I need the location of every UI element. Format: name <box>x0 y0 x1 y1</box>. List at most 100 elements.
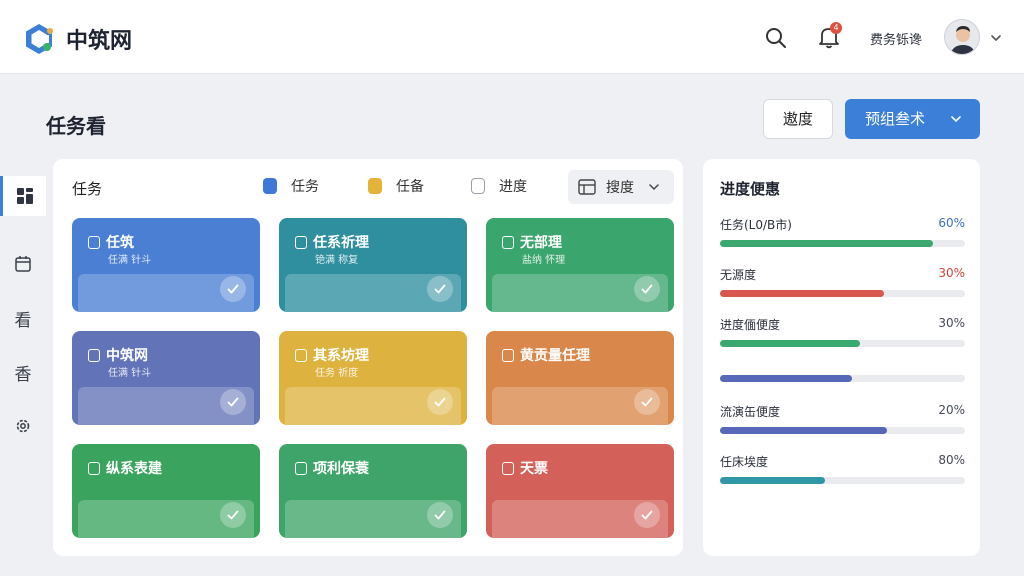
legend-item-task[interactable]: 任务 <box>263 176 319 196</box>
check-icon[interactable] <box>220 502 246 528</box>
page-title: 任务看 <box>46 114 106 138</box>
board-title: 任务 <box>72 180 103 198</box>
card-title: 项利保蓑 <box>313 461 369 477</box>
progress-value: 30% <box>938 266 965 280</box>
check-icon[interactable] <box>634 389 660 415</box>
card-title: 任筑 <box>106 235 134 251</box>
task-card[interactable]: 任系祈理 铯满 称复 <box>279 218 467 312</box>
card-checkbox-icon <box>295 235 307 249</box>
card-checkbox-icon <box>88 235 100 249</box>
legend-item-progress[interactable]: 进度 <box>471 176 527 196</box>
check-icon[interactable] <box>427 389 453 415</box>
top-bar: 中筑网 4 费务铄谗 <box>0 0 1024 74</box>
card-title: 纵系表建 <box>106 461 162 477</box>
progress-fill <box>720 340 860 347</box>
task-card[interactable]: 其系坊理 任务 祈度 <box>279 331 467 425</box>
progress-track <box>720 240 965 247</box>
progress-label: 进度偭便度 <box>720 318 781 332</box>
progress-track <box>720 290 965 297</box>
progress-fill <box>720 427 887 434</box>
progress-label: 任床埃度 <box>720 455 769 469</box>
progress-title: 进度便惠 <box>720 180 781 198</box>
card-checkbox-icon <box>295 348 307 362</box>
legend-swatch <box>471 178 485 194</box>
legend-swatch <box>368 178 382 194</box>
rail-item-calendar[interactable] <box>0 244 46 284</box>
legend-label: 进度 <box>499 179 527 195</box>
progress-track <box>720 477 965 484</box>
board-icon <box>578 179 596 195</box>
rail-item-browse[interactable]: 香 <box>0 352 46 392</box>
primary-action-label: 预组叁术 <box>865 110 926 128</box>
progress-value: 20% <box>938 403 965 417</box>
legend-label: 任备 <box>396 179 424 195</box>
check-icon[interactable] <box>220 389 246 415</box>
chevron-down-icon <box>649 184 659 191</box>
primary-action-button[interactable]: 预组叁术 <box>845 99 980 139</box>
task-board: 任务 任务 任备 进度 搜度 任筑 任满 针斗 任系祈理 铯满 称复 无部理 盐… <box>53 159 683 556</box>
progress-panel: 进度便惠 任务(L0/B市) 60% 无源度 30% 进度偭便度 30% 流演缶… <box>703 159 980 556</box>
dashboard-icon <box>16 188 33 204</box>
card-subtitle: 任务 祈度 <box>315 368 359 379</box>
card-title: 任系祈理 <box>313 235 369 251</box>
chevron-down-icon[interactable] <box>989 31 1003 45</box>
card-title: 天票 <box>520 461 548 477</box>
card-checkbox-icon <box>295 461 307 475</box>
progress-label: 流演缶便度 <box>720 405 781 419</box>
card-subtitle: 铯满 称复 <box>315 255 359 266</box>
view-select-value: 搜度 <box>606 180 634 196</box>
rail-item-view[interactable]: 看 <box>0 298 46 338</box>
gear-icon <box>16 419 30 433</box>
card-title: 中筑网 <box>106 348 148 364</box>
task-card[interactable]: 项利保蓑 <box>279 444 467 538</box>
card-title: 无部理 <box>520 235 562 251</box>
task-card[interactable]: 中筑网 任满 针斗 <box>72 331 260 425</box>
calendar-icon <box>15 256 31 272</box>
card-checkbox-icon <box>88 348 100 362</box>
user-name[interactable]: 费务铄谗 <box>870 29 922 48</box>
check-icon[interactable] <box>634 276 660 302</box>
task-card[interactable]: 无部理 盐纳 怀理 <box>486 218 674 312</box>
chevron-down-icon <box>951 116 961 123</box>
check-icon[interactable] <box>427 502 453 528</box>
progress-fill <box>720 477 826 484</box>
task-card[interactable]: 天票 <box>486 444 674 538</box>
search-icon[interactable] <box>764 26 788 50</box>
task-card[interactable]: 任筑 任满 针斗 <box>72 218 260 312</box>
card-title: 其系坊理 <box>313 348 369 364</box>
progress-track <box>720 340 965 347</box>
rail-item-settings[interactable] <box>0 406 46 446</box>
check-icon[interactable] <box>634 502 660 528</box>
legend-item-backup[interactable]: 任备 <box>368 176 424 196</box>
card-title: 黄贡量任理 <box>520 348 590 364</box>
avatar[interactable] <box>944 19 980 55</box>
progress-fill <box>720 290 885 297</box>
card-subtitle: 任满 针斗 <box>108 368 152 379</box>
progress-label: 任务(L0/B市) <box>720 218 792 232</box>
schedule-button[interactable]: 遨度 <box>763 99 833 139</box>
progress-fill <box>720 375 853 382</box>
progress-track <box>720 427 965 434</box>
check-icon[interactable] <box>220 276 246 302</box>
card-checkbox-icon <box>502 235 514 249</box>
brand-logo-icon[interactable] <box>22 22 56 56</box>
legend-swatch <box>263 178 277 194</box>
task-card[interactable]: 黄贡量任理 <box>486 331 674 425</box>
task-card[interactable]: 纵系表建 <box>72 444 260 538</box>
brand-name: 中筑网 <box>66 29 133 54</box>
progress-label: 无源度 <box>720 268 757 282</box>
progress-value: 30% <box>938 316 965 330</box>
notification-badge: 4 <box>830 22 842 34</box>
rail-item-dashboard[interactable] <box>0 176 46 216</box>
card-checkbox-icon <box>502 461 514 475</box>
card-subtitle: 任满 针斗 <box>108 255 152 266</box>
progress-track <box>720 375 965 382</box>
card-subtitle: 盐纳 怀理 <box>522 255 566 266</box>
legend-label: 任务 <box>291 179 319 195</box>
check-icon[interactable] <box>427 276 453 302</box>
view-select[interactable]: 搜度 <box>568 170 674 204</box>
progress-value: 60% <box>938 216 965 230</box>
progress-value: 80% <box>938 453 965 467</box>
progress-fill <box>720 240 934 247</box>
card-checkbox-icon <box>502 348 514 362</box>
